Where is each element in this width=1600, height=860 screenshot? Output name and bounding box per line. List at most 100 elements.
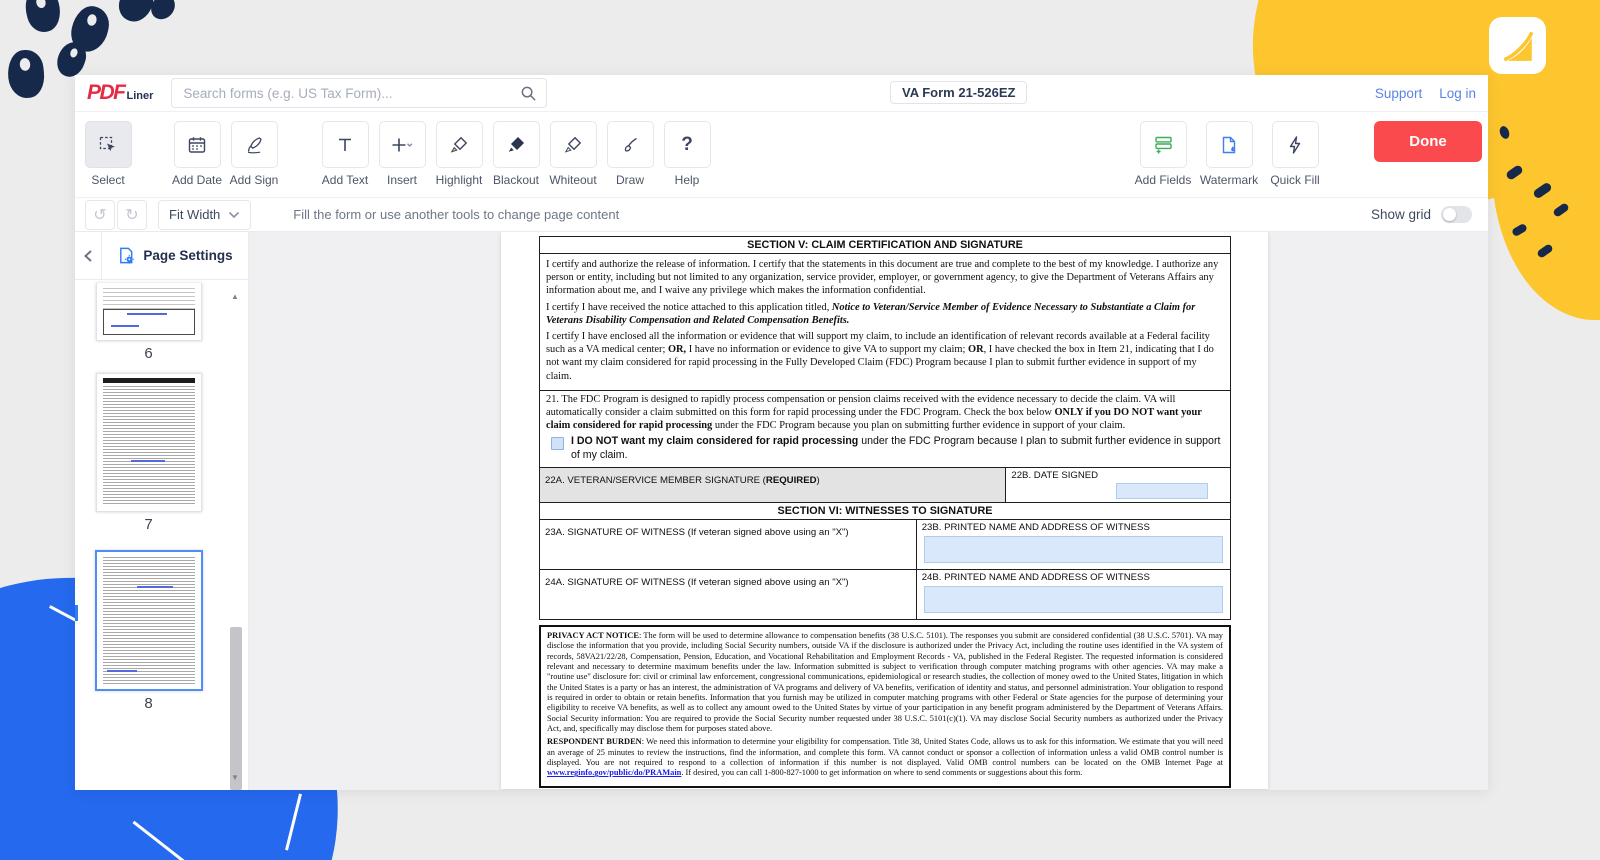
sub-toolbar: ↺ ↻ Fit Width Fill the form or use anoth… xyxy=(75,198,1488,232)
support-link[interactable]: Support xyxy=(1375,86,1422,101)
navy-blob xyxy=(146,0,180,24)
tool-label: Draw xyxy=(616,173,644,187)
field-23a-signature: 23A. SIGNATURE OF WITNESS (If veteran si… xyxy=(540,520,917,569)
privacy-act-box: PRIVACY ACT NOTICE: The form will be use… xyxy=(539,625,1231,788)
document-canvas: SECTION V: CLAIM CERTIFICATION AND SIGNA… xyxy=(249,232,1488,790)
login-link[interactable]: Log in xyxy=(1439,86,1476,101)
form-content: SECTION V: CLAIM CERTIFICATION AND SIGNA… xyxy=(539,236,1231,790)
tool-highlight[interactable]: Highlight xyxy=(436,121,482,187)
search-icon[interactable] xyxy=(520,85,537,102)
tool-label: Add Date xyxy=(172,173,222,187)
tool-add-fields[interactable]: Add Fields xyxy=(1140,121,1186,187)
tool-label: Highlight xyxy=(436,173,483,187)
fdc-optout-row: I DO NOT want my claim considered for ra… xyxy=(546,435,1224,463)
item-21-block: 21. The FDC Program is designed to rapid… xyxy=(540,390,1230,467)
row-24: 24A. SIGNATURE OF WITNESS (If veteran si… xyxy=(540,569,1230,619)
respondent-burden: RESPONDENT BURDEN: We need this informat… xyxy=(547,737,1223,778)
header-links: Support Log in xyxy=(1375,86,1476,101)
page-settings-icon xyxy=(117,246,136,265)
section-vi-title: SECTION VI: WITNESSES TO SIGNATURE xyxy=(540,502,1230,519)
tool-add-sign[interactable]: Add Sign xyxy=(231,121,277,187)
logo-pdf-text: PDF xyxy=(87,81,125,105)
page-thumbnail-6[interactable] xyxy=(96,283,202,341)
add-fields-icon xyxy=(1153,134,1174,155)
thumbnail-header-bar xyxy=(103,378,195,383)
tool-whiteout[interactable]: Whiteout xyxy=(550,121,596,187)
chevron-down-icon xyxy=(228,211,240,219)
witness-1-name-address-input[interactable] xyxy=(924,536,1223,563)
field-24a-signature: 24A. SIGNATURE OF WITNESS (If veteran si… xyxy=(540,570,917,619)
page-thumbnail-8-selected[interactable] xyxy=(95,550,203,691)
pdfliner-logo[interactable]: PDF Liner xyxy=(87,81,153,105)
help-icon: ? xyxy=(681,134,693,156)
pdfliner-mark-icon xyxy=(1500,28,1536,64)
field-24b-label: 24B. PRINTED NAME AND ADDRESS OF WITNESS xyxy=(922,572,1225,583)
tool-label: Add Fields xyxy=(1135,173,1192,187)
certify-paragraph-2: I certify I have received the notice att… xyxy=(546,301,1224,327)
item-21-text: 21. The FDC Program is designed to rapid… xyxy=(546,393,1224,433)
done-button[interactable]: Done xyxy=(1374,121,1482,162)
undo-icon: ↺ xyxy=(93,205,106,225)
whiteout-brush-icon xyxy=(563,135,583,155)
tool-label: Select xyxy=(91,173,124,187)
undo-button[interactable]: ↺ xyxy=(85,200,115,230)
certify-paragraph-3: I certify I have enclosed all the inform… xyxy=(546,330,1224,383)
lightning-icon xyxy=(1285,135,1305,155)
thumbnail-preview xyxy=(103,557,195,684)
tool-add-text[interactable]: Add Text xyxy=(322,121,368,187)
sidebar-scrollbar: ▲ ▼ xyxy=(227,280,245,790)
toolbar-hint-text: Fill the form or use another tools to ch… xyxy=(293,207,619,222)
section-v-box: SECTION V: CLAIM CERTIFICATION AND SIGNA… xyxy=(539,236,1231,620)
tool-quick-fill[interactable]: Quick Fill xyxy=(1272,121,1318,187)
tool-draw[interactable]: Draw xyxy=(607,121,653,187)
date-signed-input[interactable] xyxy=(1116,483,1208,499)
navy-blob xyxy=(21,0,65,36)
certification-paragraphs: I certify and authorize the release of i… xyxy=(540,254,1230,390)
redo-button[interactable]: ↻ xyxy=(117,200,147,230)
pramain-link[interactable]: www.reginfo.gov/public/do/PRAMain xyxy=(547,768,681,777)
fdc-optout-checkbox[interactable] xyxy=(551,437,564,450)
fdc-optout-text: I DO NOT want my claim considered for ra… xyxy=(571,435,1224,463)
page-settings-label: Page Settings xyxy=(143,248,232,263)
scroll-up-arrow[interactable]: ▲ xyxy=(231,292,239,301)
thumbnail-link-mark xyxy=(111,325,139,327)
page-settings-button[interactable]: Page Settings xyxy=(102,232,248,279)
thumbnail-list: 6 7 8 ▲ xyxy=(75,280,248,790)
pages-sidebar: Page Settings 6 xyxy=(75,232,249,790)
signature-pen-icon xyxy=(244,135,264,155)
toggle-knob xyxy=(1443,208,1456,221)
toolbar: Select Add Date xyxy=(75,112,1488,198)
page-thumbnail-7[interactable] xyxy=(96,373,202,512)
scroll-down-arrow[interactable]: ▼ xyxy=(231,773,239,782)
field-23a-label: 23A. SIGNATURE OF WITNESS (If veteran si… xyxy=(545,527,849,538)
field-24a-label: 24A. SIGNATURE OF WITNESS (If veteran si… xyxy=(545,577,849,588)
zoom-mode-dropdown[interactable]: Fit Width xyxy=(158,200,251,230)
tool-select[interactable]: Select xyxy=(85,121,131,187)
pdfliner-app-window: PDF Liner VA Form 21-526EZ Support Log i… xyxy=(75,75,1488,790)
scrollbar-thumb[interactable] xyxy=(230,627,242,790)
calendar-icon xyxy=(187,135,207,155)
show-grid-control: Show grid xyxy=(1371,206,1472,223)
tool-add-date[interactable]: Add Date xyxy=(174,121,220,187)
document-title-chip: VA Form 21-526EZ xyxy=(890,81,1027,104)
tool-label: Watermark xyxy=(1200,173,1258,187)
tool-label: Whiteout xyxy=(549,173,596,187)
show-grid-toggle[interactable] xyxy=(1441,206,1472,223)
tool-watermark[interactable]: Watermark xyxy=(1206,121,1252,187)
search-box[interactable] xyxy=(171,78,547,108)
thumbnail-link-mark xyxy=(107,670,137,672)
thumbnail-link-mark xyxy=(131,460,165,462)
field-22a-label: 22A. VETERAN/SERVICE MEMBER SIGNATURE (R… xyxy=(545,475,820,486)
tool-label: Help xyxy=(675,173,700,187)
collapse-sidebar-button[interactable] xyxy=(75,232,102,279)
search-input[interactable] xyxy=(181,85,520,102)
witness-2-name-address-input[interactable] xyxy=(924,586,1223,613)
top-header: PDF Liner VA Form 21-526EZ Support Log i… xyxy=(75,75,1488,112)
field-23b-label: 23B. PRINTED NAME AND ADDRESS OF WITNESS xyxy=(922,522,1225,533)
tool-help[interactable]: ? Help xyxy=(664,121,710,187)
certify-paragraph-1: I certify and authorize the release of i… xyxy=(546,258,1224,298)
tool-blackout[interactable]: Blackout xyxy=(493,121,539,187)
thumbnail-preview xyxy=(103,386,195,506)
tool-insert[interactable]: Insert xyxy=(379,121,425,187)
current-page-indicator xyxy=(75,605,78,621)
